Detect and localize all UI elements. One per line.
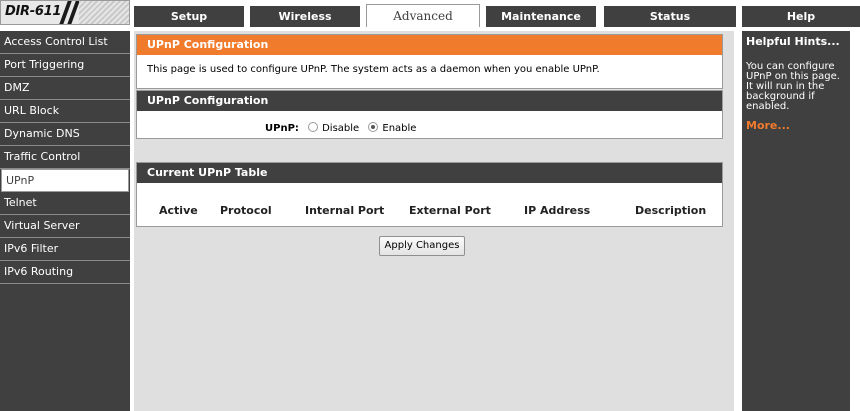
tab-help[interactable]: Help xyxy=(742,6,860,27)
sidebar-item-virtual-server[interactable]: Virtual Server xyxy=(0,215,130,238)
sidebar: Access Control List Port Triggering DMZ … xyxy=(0,31,130,411)
tab-wireless[interactable]: Wireless xyxy=(250,6,360,27)
column-header-active: Active xyxy=(159,204,198,217)
intro-description: This page is used to configure UPnP. The… xyxy=(147,64,600,75)
hints-more-link[interactable]: More... xyxy=(746,119,847,132)
apply-changes-button[interactable]: Apply Changes xyxy=(379,236,465,256)
sidebar-item-telnet[interactable]: Telnet xyxy=(0,192,130,215)
disable-radio-label[interactable]: Disable xyxy=(322,123,359,134)
upnp-config-section: UPnP Configuration UPnP: Disable Enable xyxy=(136,90,723,139)
sidebar-item-dynamic-dns[interactable]: Dynamic DNS xyxy=(0,123,130,146)
tab-maintenance[interactable]: Maintenance xyxy=(486,6,596,27)
intro-section: UPnP Configuration This page is used to … xyxy=(136,34,723,89)
sidebar-item-ipv6-routing[interactable]: IPv6 Routing xyxy=(0,261,130,284)
top-nav-bar: DIR-611 Setup Wireless Advanced Maintena… xyxy=(0,0,860,27)
column-header-protocol: Protocol xyxy=(220,204,272,217)
main-content: UPnP Configuration This page is used to … xyxy=(134,31,734,411)
upnp-toggle-row: UPnP: Disable Enable xyxy=(265,122,416,134)
column-header-description: Description xyxy=(635,204,707,217)
disable-radio[interactable] xyxy=(308,122,319,132)
hints-text: You can configure UPnP on this page. It … xyxy=(746,61,840,112)
sidebar-item-url-block[interactable]: URL Block xyxy=(0,100,130,123)
tab-status[interactable]: Status xyxy=(604,6,736,27)
upnp-table-section: Current UPnP Table Active Protocol Inter… xyxy=(136,162,723,227)
logo-pattern xyxy=(79,1,129,24)
sidebar-item-ipv6-filter[interactable]: IPv6 Filter xyxy=(0,238,130,261)
sidebar-item-port-triggering[interactable]: Port Triggering xyxy=(0,54,130,77)
product-logo: DIR-611 xyxy=(0,0,130,25)
upnp-config-title: UPnP Configuration xyxy=(137,91,722,111)
sidebar-item-traffic-control[interactable]: Traffic Control xyxy=(0,146,130,169)
enable-radio[interactable] xyxy=(368,122,379,132)
upnp-field-label: UPnP: xyxy=(265,123,299,134)
column-header-ip-address: IP Address xyxy=(524,204,591,217)
enable-radio-label[interactable]: Enable xyxy=(382,123,416,134)
tab-advanced[interactable]: Advanced xyxy=(366,4,480,27)
sidebar-item-dmz[interactable]: DMZ xyxy=(0,77,130,100)
column-header-internal-port: Internal Port xyxy=(305,204,385,217)
column-header-external-port: External Port xyxy=(409,204,491,217)
tab-setup[interactable]: Setup xyxy=(134,6,244,27)
logo-text: DIR-611 xyxy=(5,4,62,19)
upnp-table-title: Current UPnP Table xyxy=(137,163,722,183)
intro-section-title: UPnP Configuration xyxy=(137,35,722,55)
sidebar-item-access-control-list[interactable]: Access Control List xyxy=(0,31,130,54)
helpful-hints-panel: Helpful Hints... You can configure UPnP … xyxy=(742,31,850,411)
hints-title: Helpful Hints... xyxy=(746,35,840,48)
sidebar-item-upnp[interactable]: UPnP xyxy=(1,169,129,192)
